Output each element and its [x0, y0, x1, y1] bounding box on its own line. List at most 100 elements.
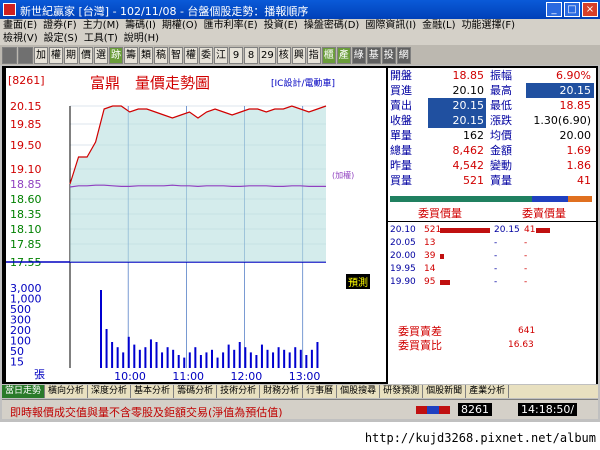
tab-3[interactable]: 基本分析	[131, 385, 175, 398]
toolbar-button-15[interactable]: 29	[259, 46, 276, 64]
volume-bar	[244, 347, 247, 368]
menu2-item-1[interactable]: 設定(S)	[41, 32, 81, 45]
volume-bar	[177, 355, 180, 368]
chart-title: 富鼎 量價走勢圖	[90, 74, 211, 92]
tab-7[interactable]: 行事曆	[303, 385, 338, 398]
price-tick-label: 19.10	[10, 163, 42, 176]
toolbar-button-3[interactable]: 價	[79, 46, 93, 64]
volume-bar	[272, 352, 275, 368]
menu-item-10[interactable]: 功能選擇(F)	[458, 19, 518, 32]
ask-qty: 41	[524, 225, 536, 235]
menu2-item-3[interactable]: 說明(H)	[121, 32, 162, 45]
quote-label: 賣量	[490, 174, 512, 187]
tab-9[interactable]: 研發預測	[380, 385, 424, 398]
quote-row: 開盤 18.85 振幅 6.90%	[388, 68, 596, 83]
tab-2[interactable]: 深度分析	[88, 385, 132, 398]
volume-bar	[211, 349, 213, 368]
volume-bar	[227, 344, 230, 368]
volume-bar	[266, 349, 269, 368]
stock-code: [8261]	[8, 74, 45, 87]
menu-item-5[interactable]: 匯市利率(E)	[201, 19, 261, 32]
toolbar-button-11[interactable]: 委	[199, 46, 213, 64]
price-tick-label: 20.15	[10, 100, 42, 113]
price-tick-label: 19.50	[10, 139, 42, 152]
toolbar-button-2[interactable]: 期	[64, 46, 78, 64]
volume-bar	[294, 347, 297, 368]
toolbar-button-6[interactable]: 籌	[124, 46, 138, 64]
volume-bar	[249, 352, 252, 368]
status-indicator	[416, 406, 450, 414]
bid-bar	[440, 280, 450, 285]
menu2-item-2[interactable]: 工具(T)	[81, 32, 121, 45]
toolbar-button-22[interactable]: 基	[366, 46, 381, 64]
toolbar-button-1[interactable]: 權	[49, 46, 63, 64]
quote-label: 均價	[490, 129, 512, 142]
menu2-item-0[interactable]: 檢視(V)	[0, 32, 41, 45]
toolbar-button-13[interactable]: 9	[229, 46, 243, 64]
toolbar-button-12[interactable]: 江	[214, 46, 228, 64]
toolbar-button-24[interactable]: 網	[396, 46, 411, 64]
volume-bar	[116, 347, 119, 368]
toolbar-button-23[interactable]: 投	[381, 46, 396, 64]
tab-11[interactable]: 產業分析	[466, 385, 510, 398]
quote-value: 20.00	[559, 129, 592, 142]
menu-item-6[interactable]: 投資(E)	[261, 19, 301, 32]
ask-price: -	[494, 264, 498, 274]
sector-label: [IC設計/電動車]	[271, 79, 335, 89]
quote-label: 買量	[390, 174, 412, 187]
menu-item-9[interactable]: 金融(L)	[419, 19, 458, 32]
tab-8[interactable]: 個股搜尋	[337, 385, 381, 398]
price-tick-label: 19.85	[10, 118, 42, 131]
menu-item-1[interactable]: 證券(F)	[40, 19, 80, 32]
volume-bar	[277, 347, 280, 368]
predict-button[interactable]: 預測	[346, 274, 370, 289]
tab-6[interactable]: 財務分析	[260, 385, 304, 398]
toolbar-button-20[interactable]: 產	[336, 46, 351, 64]
toolbar-button-18[interactable]: 指	[306, 46, 321, 64]
toolbar-button-7[interactable]: 類	[139, 46, 153, 64]
volume-bar	[155, 342, 158, 368]
toolbar-button-21[interactable]: 綠	[351, 46, 366, 64]
tab-1[interactable]: 橫向分析	[45, 385, 89, 398]
toolbar-icon[interactable]	[2, 46, 17, 64]
menu-item-3[interactable]: 籌碼(I)	[122, 19, 159, 32]
ask-qty: -	[524, 277, 528, 287]
quote-row: 總量 8,462 金額 1.69	[388, 143, 596, 158]
toolbar-button-9[interactable]: 智	[169, 46, 183, 64]
maximize-button[interactable]: □	[564, 2, 580, 17]
toolbar-button-8[interactable]: 稿	[154, 46, 168, 64]
toolbar-button-14[interactable]: 8	[244, 46, 258, 64]
menu-item-2[interactable]: 主力(M)	[80, 19, 122, 32]
toolbar-button-4[interactable]: 選	[94, 46, 108, 64]
tab-0[interactable]: 當日走勢	[2, 385, 46, 398]
menu-item-0[interactable]: 畫面(E)	[0, 19, 40, 32]
toolbar-button-17[interactable]: 興	[291, 46, 306, 64]
volume-bar	[183, 357, 186, 368]
toolbar-button-16[interactable]: 核	[276, 46, 291, 64]
volume-bar	[133, 344, 136, 368]
status-code: 8261	[458, 403, 492, 416]
menu-item-4[interactable]: 期權(O)	[159, 19, 201, 32]
close-button[interactable]: ×	[582, 2, 598, 17]
volume-bar	[144, 347, 147, 368]
menu-item-7[interactable]: 操盤密碼(D)	[301, 19, 363, 32]
volume-bar	[299, 349, 302, 368]
toolbar-button-0[interactable]: 加	[34, 46, 48, 64]
menu-bar-secondary: 檢視(V) 設定(S) 工具(T) 說明(H)	[0, 32, 600, 45]
price-volume-chart: 20.15 19.85 19.50 19.10 18.85 18.60 18.35 18.10…	[6, 68, 386, 382]
toolbar-button-10[interactable]: 權	[184, 46, 198, 64]
toolbar-button-19[interactable]: 櫃	[321, 46, 336, 64]
tab-10[interactable]: 個股新聞	[423, 385, 467, 398]
watermark-bar: http://kujd3268.pixnet.net/album	[0, 422, 600, 450]
toolbar-icon[interactable]	[18, 46, 33, 64]
quote-value: 521	[463, 174, 484, 187]
minimize-button[interactable]: _	[546, 2, 562, 17]
tab-5[interactable]: 技術分析	[217, 385, 261, 398]
tab-4[interactable]: 籌碼分析	[174, 385, 218, 398]
toolbar-button-5[interactable]: 跡	[109, 46, 123, 64]
buy-sell-ratio-bar	[388, 192, 596, 205]
quote-value: 1.69	[566, 144, 592, 157]
menu-item-8[interactable]: 國際資訊(I)	[362, 19, 419, 32]
quote-value: 20.15	[526, 83, 594, 98]
time-tick-label: 11:00	[172, 370, 204, 382]
